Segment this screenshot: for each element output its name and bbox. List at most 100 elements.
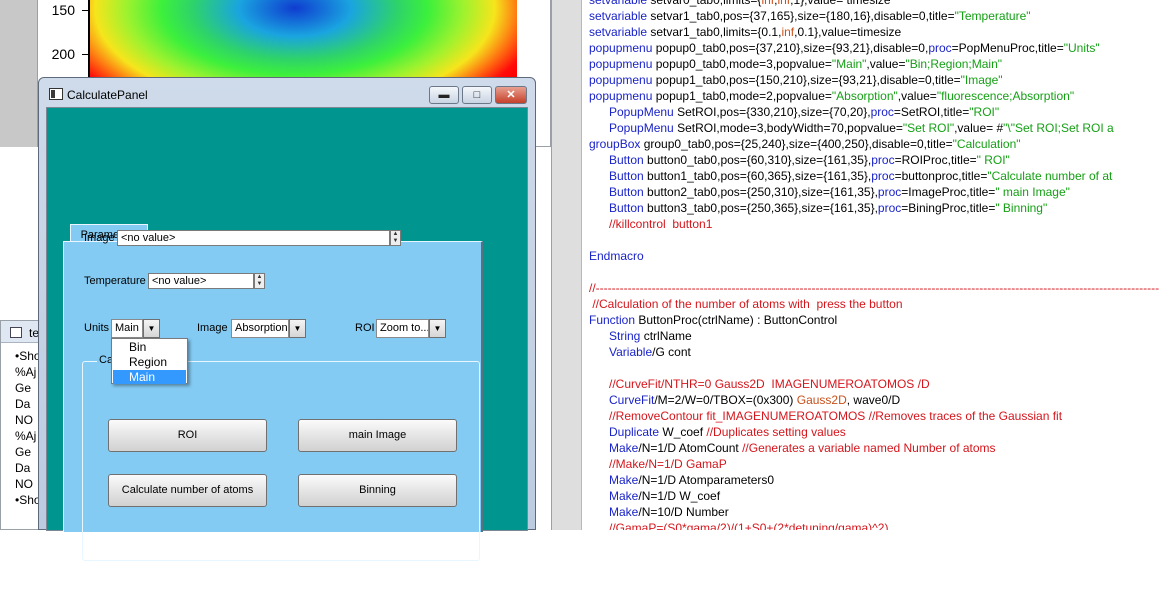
editor-gutter bbox=[551, 0, 581, 530]
code-token: "\"Set ROI;Set ROI a bbox=[1003, 121, 1114, 135]
code-token: =SetROI,title= bbox=[893, 105, 970, 119]
code-line: //killcontrol button1 bbox=[589, 216, 712, 232]
code-line: //CurveFit/NTHR=0 Gauss2D IMAGENUMEROATO… bbox=[589, 376, 930, 392]
history-line: •Sho bbox=[15, 349, 41, 363]
binning-button[interactable]: Binning bbox=[298, 474, 457, 507]
code-token: Make bbox=[589, 489, 639, 503]
main-image-button[interactable]: main Image bbox=[298, 419, 457, 452]
history-window[interactable]: te •Sho %Aj Ge Da NO %Aj Ge Da NO •Sho bbox=[0, 320, 41, 530]
code-token: " Binning" bbox=[995, 201, 1048, 215]
code-line: popupmenu popup1_tab0,pos={150,210},size… bbox=[589, 72, 1003, 88]
code-token: PopupMenu bbox=[589, 105, 674, 119]
code-line: Endmacro bbox=[589, 248, 644, 264]
code-token: /M=2/W=0/TBOX=(0x300) bbox=[654, 393, 797, 407]
code-token: button0_tab0,pos={60,310},size={161,35}, bbox=[643, 153, 872, 167]
image-field[interactable]: <no value> bbox=[117, 230, 390, 246]
code-token: ,value= bbox=[866, 57, 906, 71]
code-line: //RemoveContour fit_IMAGENUMEROATOMOS //… bbox=[589, 408, 1062, 424]
code-token: setvariable bbox=[589, 9, 648, 23]
history-line: Da bbox=[15, 397, 31, 411]
code-token: "Units" bbox=[1063, 41, 1100, 55]
code-token: ,value= # bbox=[954, 121, 1004, 135]
units-option-bin[interactable]: Bin bbox=[113, 340, 186, 354]
history-line: Da bbox=[15, 461, 31, 475]
code-line: //Calculation of the number of atoms wit… bbox=[589, 296, 902, 312]
code-token: PopupMenu bbox=[589, 121, 674, 135]
calculate-panel-window[interactable]: CalculatePanel ▬ □ ✕ Parameters Image <n… bbox=[38, 77, 536, 561]
code-token: //Make/N=1/D GamaP bbox=[589, 457, 727, 471]
image-popup[interactable]: Absorption bbox=[231, 319, 289, 338]
units-popup[interactable]: Main bbox=[111, 319, 143, 338]
y-tick-label-200: 200 bbox=[51, 46, 75, 62]
code-token: "Set ROI" bbox=[902, 121, 955, 135]
maximize-button[interactable]: □ bbox=[462, 86, 492, 104]
code-token: Duplicate bbox=[589, 425, 660, 439]
temperature-field[interactable]: <no value> bbox=[148, 273, 254, 289]
code-token: "Calculation" bbox=[952, 137, 1021, 151]
code-token: "fluorescence;Absorption" bbox=[936, 89, 1075, 103]
units-option-main[interactable]: Main bbox=[113, 370, 186, 384]
code-token: Button bbox=[589, 185, 644, 199]
code-token: =PopMenuProc,title= bbox=[951, 41, 1064, 55]
graph-margin bbox=[0, 0, 38, 147]
code-token: proc bbox=[928, 41, 952, 55]
panel-title: CalculatePanel bbox=[67, 88, 148, 102]
code-token: /N=1/D Atomparameters0 bbox=[638, 473, 775, 487]
image-popup-arrow[interactable]: ▼ bbox=[289, 319, 306, 338]
code-token: proc bbox=[871, 153, 895, 167]
history-line: NO bbox=[15, 413, 33, 427]
code-line: setvariable setvar1_tab0,limits={0.1,inf… bbox=[589, 24, 901, 40]
code-token: popup0_tab0,mode=3,popvalue= bbox=[652, 57, 832, 71]
code-line: Button button3_tab0,pos={250,365},size={… bbox=[589, 200, 1047, 216]
code-line: PopupMenu SetROI,mode=3,bodyWidth=70,pop… bbox=[589, 120, 1114, 136]
history-window-titlebar[interactable]: te bbox=[1, 321, 41, 343]
units-dropdown-list[interactable]: Bin Region Main bbox=[111, 338, 188, 384]
code-line: Make/N=1/D AtomCount //Generates a varia… bbox=[589, 440, 996, 456]
close-button[interactable]: ✕ bbox=[495, 86, 527, 104]
code-token: CurveFit bbox=[589, 393, 655, 407]
procedure-editor[interactable]: setvariable setvar0_tab0,limits={inf,inf… bbox=[581, 0, 1160, 530]
code-token: inf bbox=[777, 0, 791, 7]
code-token: " main Image" bbox=[995, 185, 1070, 199]
code-line: Make/N=1/D Atomparameters0 bbox=[589, 472, 774, 488]
minimize-button[interactable]: ▬ bbox=[429, 86, 459, 104]
code-token: /N=10/D Number bbox=[638, 505, 729, 519]
code-token: proc bbox=[870, 105, 894, 119]
temperature-label: Temperature bbox=[84, 275, 146, 287]
code-token: "Temperature" bbox=[954, 9, 1031, 23]
code-line: CurveFit/M=2/W=0/TBOX=(0x300) Gauss2D, w… bbox=[589, 392, 900, 408]
code-line: setvariable setvar1_tab0,pos={37,165},si… bbox=[589, 8, 1031, 24]
code-token: =BiningProc,title= bbox=[901, 201, 996, 215]
history-line: NO bbox=[15, 477, 33, 491]
temperature-spinner[interactable]: ▲ ▼ bbox=[254, 273, 265, 289]
code-token: W_coef bbox=[659, 425, 707, 439]
code-line: Button button1_tab0,pos={60,365},size={1… bbox=[589, 168, 1112, 184]
code-token: popupmenu bbox=[589, 41, 653, 55]
code-token: "ROI" bbox=[969, 105, 1000, 119]
code-token: //Generates a variable named Number of a… bbox=[742, 441, 996, 455]
code-token: proc bbox=[871, 169, 895, 183]
code-token: //GamaP=(S0*gama/2)/(1+S0+(2*detuning/ga… bbox=[589, 521, 889, 530]
code-token: Variable bbox=[589, 345, 653, 359]
roi-popup[interactable]: Zoom to... bbox=[376, 319, 429, 338]
image-spinner[interactable]: ▲ ▼ bbox=[390, 230, 401, 246]
roi-popup-arrow[interactable]: ▼ bbox=[429, 319, 446, 338]
code-token: ButtonProc(ctrlName) : ButtonControl bbox=[635, 313, 838, 327]
code-line: groupBox group0_tab0,pos={25,240},size={… bbox=[589, 136, 1021, 152]
units-option-region[interactable]: Region bbox=[113, 355, 186, 369]
history-line: %Aj bbox=[15, 429, 37, 443]
code-token: SetROI,pos={330,210},size={70,20}, bbox=[673, 105, 871, 119]
code-token: "Image" bbox=[960, 73, 1003, 87]
window-icon bbox=[10, 327, 22, 338]
code-token: //killcontrol button1 bbox=[589, 217, 713, 231]
roi-button[interactable]: ROI bbox=[108, 419, 267, 452]
code-line: //GamaP=(S0*gama/2)/(1+S0+(2*detuning/ga… bbox=[589, 520, 888, 530]
code-token: Make bbox=[589, 505, 639, 519]
calculate-number-of-atoms-button[interactable]: Calculate number of atoms bbox=[108, 474, 267, 507]
code-line: Button button2_tab0,pos={250,310},size={… bbox=[589, 184, 1070, 200]
units-popup-arrow[interactable]: ▼ bbox=[143, 319, 160, 338]
code-token: setvar1_tab0,pos={37,165},size={180,16},… bbox=[647, 9, 955, 23]
code-token: "Main" bbox=[831, 57, 867, 71]
panel-client-area: Parameters Image <no value> ▲ ▼ Temperatu… bbox=[46, 107, 528, 561]
history-line: Ge bbox=[15, 381, 32, 395]
